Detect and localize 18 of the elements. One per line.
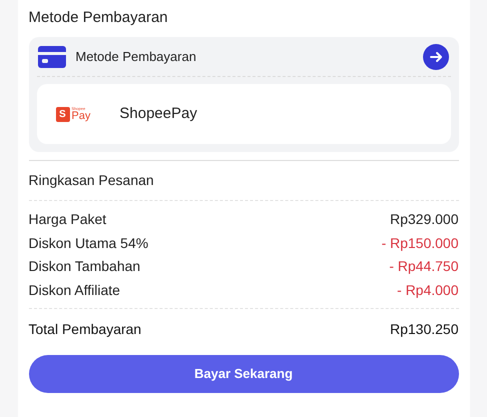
summary-label: Diskon Affiliate	[28, 280, 120, 300]
summary-label: Diskon Utama 54%	[28, 234, 148, 253]
pay-button[interactable]: Bayar Sekarang	[28, 355, 458, 393]
summary-label: Diskon Tambahan	[28, 257, 140, 276]
selector-label: Metode Pembayaran	[76, 48, 198, 66]
method-name: ShopeePay	[120, 104, 198, 124]
summary-value: - Rp150.000	[381, 234, 458, 253]
summary-label: Harga Paket	[28, 210, 106, 230]
section-title: Metode Pembayaran	[28, 8, 169, 28]
next-button[interactable]	[422, 44, 448, 70]
summary-value: - Rp4.000	[397, 280, 458, 300]
total-value: Rp130.250	[390, 320, 458, 339]
summary-value: - Rp44.750	[389, 257, 458, 276]
credit-card-icon	[38, 46, 66, 68]
total-label: Total Pembayaran	[28, 320, 142, 339]
arrow-right-icon	[428, 50, 442, 64]
summary-value: Rp329.000	[390, 210, 458, 230]
section-title: Ringkasan Pesanan	[28, 171, 155, 190]
